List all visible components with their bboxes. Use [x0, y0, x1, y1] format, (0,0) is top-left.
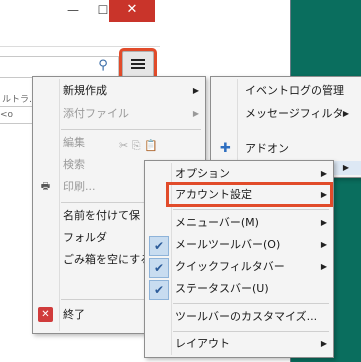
menu-item-label: アドオン	[245, 142, 289, 155]
menu-separator	[61, 129, 201, 130]
menu-item-layout[interactable]: レイアウト ▶	[145, 334, 333, 354]
submenu-arrow-icon: ▶	[320, 169, 327, 178]
submenu-arrow-icon: ▶	[192, 109, 199, 118]
close-button[interactable]: ✕	[109, 0, 155, 22]
options-menu: オプション ▶ アカウント設定 ▶ メニューバー(M) ▶ ✔ メールツールバー…	[144, 160, 334, 358]
menu-item-label: 名前を付けて保	[63, 209, 140, 222]
menu-item-label: ごみ箱を空にする	[63, 253, 152, 266]
menu-item-label: 添付ファイル	[63, 107, 129, 120]
menu-separator	[173, 303, 329, 304]
menu-separator	[173, 209, 329, 210]
menu-item-label: ツールバーのカスタマイズ...	[175, 310, 318, 323]
menu-item-addons[interactable]: ✚ アドオン	[211, 139, 361, 159]
checkmark-icon: ✔	[149, 236, 169, 256]
submenu-arrow-icon: ▶	[192, 86, 199, 95]
printer-icon: 🖶	[40, 181, 51, 192]
menu-item-label: メニューバー(M)	[175, 216, 259, 229]
menu-item-label: アカウント設定	[175, 188, 252, 201]
menu-item-label: 新規作成	[63, 84, 107, 97]
checkmark-icon: ✔	[149, 280, 169, 300]
title-bar: — ☐ ✕	[0, 0, 290, 28]
submenu-arrow-icon: ▶	[320, 190, 327, 199]
menu-item-attachments[interactable]: 添付ファイル ▶	[33, 104, 205, 124]
menu-item-label: 終了	[63, 308, 85, 321]
search-icon[interactable]: ⚲	[94, 57, 112, 75]
menu-item-customize-toolbar[interactable]: ツールバーのカスタマイズ...	[145, 307, 333, 327]
submenu-arrow-icon: ▶	[320, 218, 327, 227]
menu-item-new[interactable]: 新規作成 ▶	[33, 81, 205, 101]
menu-item-status-bar[interactable]: ✔ ステータスバー(U)	[145, 279, 333, 300]
menu-item-label: 印刷...	[63, 180, 96, 193]
minimize-button[interactable]: —	[58, 0, 88, 22]
menu-item-mail-toolbar[interactable]: ✔ メールツールバー(O) ▶	[145, 235, 333, 256]
menu-separator	[173, 331, 329, 332]
menu-item-message-filters[interactable]: メッセージフィルタ ▶	[211, 104, 361, 124]
submenu-arrow-icon: ▶	[320, 262, 327, 271]
menu-item-label: 編集	[63, 136, 85, 149]
menu-item-label: メールツールバー(O)	[175, 238, 281, 251]
exit-icon: ✕	[38, 307, 53, 322]
menu-item-edit[interactable]: 編集 ✂ ⎘ 📋	[33, 133, 205, 153]
message-list: ルトラ… <o	[0, 92, 38, 152]
menu-item-label: オプション	[175, 167, 230, 180]
edit-tools-icon: ✂ ⎘ 📋	[119, 139, 158, 152]
puzzle-icon: ✚	[220, 141, 231, 156]
menu-item-label: クイックフィルタバー	[175, 260, 285, 273]
app-menu-button[interactable]	[122, 51, 154, 79]
menu-item-label: レイアウト	[175, 337, 230, 350]
submenu-arrow-icon: ▶	[342, 109, 349, 118]
checkmark-icon: ✔	[149, 258, 169, 278]
list-partial-cell[interactable]: <o	[0, 106, 33, 124]
menu-item-label: フォルダ	[63, 231, 107, 244]
submenu-arrow-icon: ▶	[320, 240, 327, 249]
menu-item-event-log[interactable]: イベントログの管理	[211, 81, 361, 101]
menu-item-label: ステータスバー(U)	[175, 282, 269, 295]
menu-item-quick-filter-bar[interactable]: ✔ クイックフィルタバー ▶	[145, 257, 333, 278]
menu-item-preferences[interactable]: オプション ▶	[145, 164, 333, 184]
menu-item-account-settings[interactable]: アカウント設定 ▶	[145, 185, 333, 205]
menu-item-label: 検索	[63, 158, 85, 171]
submenu-arrow-icon: ▶	[342, 163, 349, 172]
menu-item-menubar[interactable]: メニューバー(M) ▶	[145, 213, 333, 233]
submenu-arrow-icon: ▶	[320, 339, 327, 348]
menu-item-label: イベントログの管理	[245, 84, 344, 97]
menu-item-label: メッセージフィルタ	[245, 107, 344, 120]
